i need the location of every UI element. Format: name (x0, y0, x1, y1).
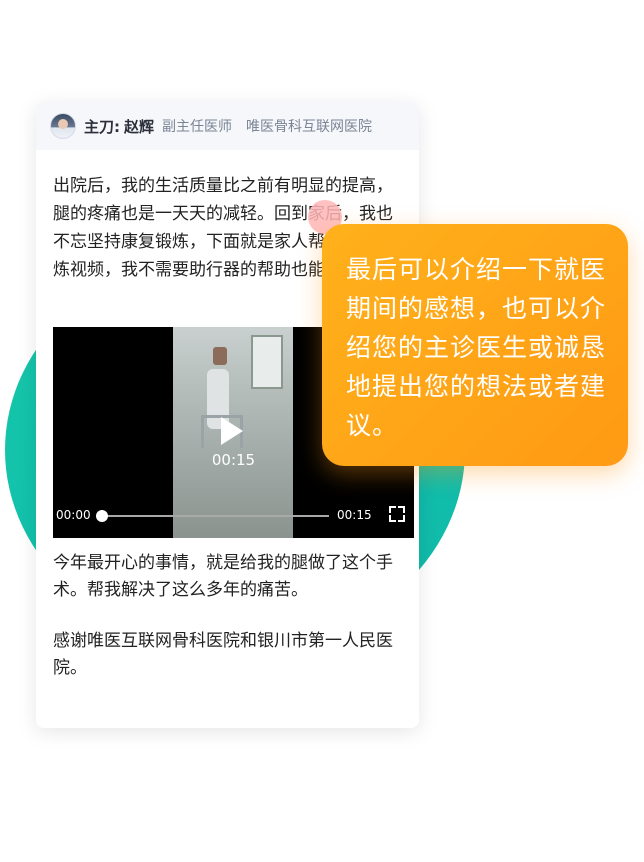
play-icon[interactable] (221, 417, 243, 445)
video-progress-handle[interactable] (96, 510, 108, 522)
surgeon-role-label: 主刀: (84, 117, 120, 136)
thumbnail-blurred-face (213, 347, 227, 365)
doctor-avatar[interactable] (50, 113, 76, 139)
doctor-name[interactable]: 赵辉 (124, 116, 154, 137)
fullscreen-icon[interactable] (389, 506, 405, 522)
video-current-time: 00:00 (56, 508, 91, 522)
post-paragraph-3: 感谢唯医互联网骨科医院和银川市第一人民医院。 (53, 631, 393, 678)
thumbnail-door (251, 335, 283, 389)
doctor-title: 副主任医师 (162, 119, 233, 135)
post-body-lower: 今年最开心的事情，就是给我的腿做了这个手术。帮我解决了这么多年的痛苦。 感谢唯医… (53, 550, 405, 706)
tip-bubble: 最后可以介绍一下就医期间的感想，也可以介绍您的主诊医生或诚恳地提出您的想法或者建… (322, 224, 628, 466)
post-paragraph-2: 今年最开心的事情，就是给我的腿做了这个手术。帮我解决了这么多年的痛苦。 (53, 553, 393, 600)
doctor-header: 主刀: 赵辉 副主任医师 唯医骨科互联网医院 (36, 102, 419, 150)
hospital-name[interactable]: 唯医骨科互联网医院 (246, 116, 372, 136)
video-total-time: 00:15 (337, 508, 372, 522)
video-progress-bar[interactable] (101, 515, 329, 517)
tip-bubble-text: 最后可以介绍一下就医期间的感想，也可以介绍您的主诊医生或诚恳地提出您的想法或者建… (346, 255, 607, 440)
